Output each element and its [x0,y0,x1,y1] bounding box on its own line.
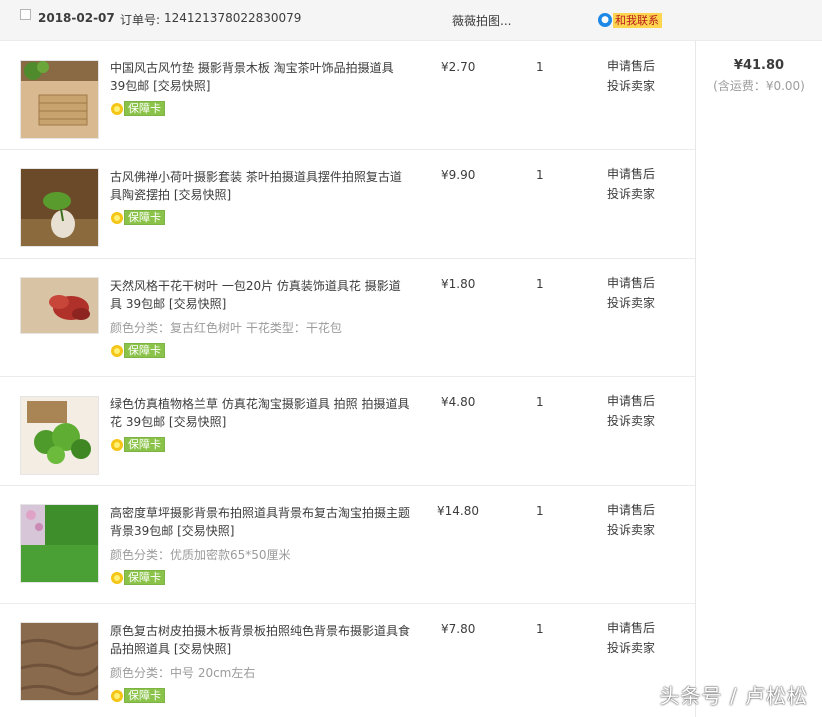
apply-after-sale-link[interactable]: 申请售后 [607,500,655,520]
apply-after-sale-link[interactable]: 申请售后 [607,164,655,184]
product-thumbnail[interactable] [20,60,99,139]
snapshot-link[interactable]: [交易快照] [174,188,231,202]
complain-seller-link[interactable]: 投诉卖家 [607,184,655,204]
guarantee-badge[interactable]: 保障卡 [110,437,165,452]
guarantee-icon [110,211,124,225]
snapshot-link[interactable]: [交易快照] [177,524,234,538]
apply-after-sale-link[interactable]: 申请售后 [607,391,655,411]
product-thumbnail[interactable] [20,396,99,475]
item-quantity: 1 [536,60,544,74]
item-price: ¥14.80 [437,504,479,518]
item-quantity: 1 [536,277,544,291]
item-actions: 申请售后 投诉卖家 [607,618,655,658]
contact-seller-button[interactable]: ● 和我联系 [598,12,662,28]
product-title: 原色复古树皮拍摄木板背景板拍照纯色背景布摄影道具食品拍照道具 [110,624,411,656]
product-title-link[interactable]: 古风佛禅小荷叶摄影套装 茶叶拍摄道具摆件拍照复古道具陶瓷摆拍 [交易快照] [110,168,410,204]
apply-after-sale-link[interactable]: 申请售后 [607,618,655,638]
guarantee-badge[interactable]: 保障卡 [110,343,165,358]
snapshot-link[interactable]: [交易快照] [169,297,226,311]
product-thumbnail[interactable] [20,168,99,247]
guarantee-label: 保障卡 [124,343,165,358]
list-item: 天然风格干花干树叶 一包20片 仿真装饰道具花 摄影道具 39包邮 [交易快照]… [0,259,695,377]
list-item: 绿色仿真植物格兰草 仿真花淘宝摄影道具 拍照 拍摄道具花 39包邮 [交易快照]… [0,377,695,486]
guarantee-label: 保障卡 [124,210,165,225]
guarantee-icon [110,344,124,358]
product-title-link[interactable]: 天然风格干花干树叶 一包20片 仿真装饰道具花 摄影道具 39包邮 [交易快照] [110,277,410,313]
guarantee-icon [110,689,124,703]
order-select-checkbox[interactable] [20,9,31,20]
product-title-link[interactable]: 绿色仿真植物格兰草 仿真花淘宝摄影道具 拍照 拍摄道具花 39包邮 [交易快照] [110,395,410,431]
item-price: ¥4.80 [441,395,476,409]
product-title: 古风佛禅小荷叶摄影套装 茶叶拍摄道具摆件拍照复古道具陶瓷摆拍 [110,170,402,202]
order-number: 124121378022830079 [164,11,302,25]
guarantee-badge[interactable]: 保障卡 [110,570,165,585]
list-item: 高密度草坪摄影背景布拍照道具背景布复古淘宝拍摄主题背景39包邮 [交易快照] 颜… [0,486,695,604]
order-total: ¥41.80 [733,58,785,73]
order-number-label: 订单号: [120,13,161,27]
item-price: ¥1.80 [441,277,476,291]
apply-after-sale-link[interactable]: 申请售后 [607,56,655,76]
order-date: 2018-02-07 [38,11,115,25]
item-actions: 申请售后 投诉卖家 [607,56,655,96]
item-price: ¥9.90 [441,168,476,182]
guarantee-icon [110,102,124,116]
item-price: ¥7.80 [441,622,476,636]
complain-seller-link[interactable]: 投诉卖家 [607,411,655,431]
item-quantity: 1 [536,168,544,182]
snapshot-link[interactable]: [交易快照] [174,642,231,656]
product-title: 绿色仿真植物格兰草 仿真花淘宝摄影道具 拍照 拍摄道具花 39包邮 [110,397,410,429]
order-items: 中国风古风竹垫 摄影背景木板 淘宝茶叶饰品拍摄道具 39包邮 [交易快照] 保障… [0,41,696,717]
list-item: 原色复古树皮拍摄木板背景板拍照纯色背景布摄影道具食品拍照道具 [交易快照] 颜色… [0,604,695,717]
watermark: 头条号 / 卢松松 [659,684,808,708]
product-title-link[interactable]: 原色复古树皮拍摄木板背景板拍照纯色背景布摄影道具食品拍照道具 [交易快照] [110,622,410,658]
item-actions: 申请售后 投诉卖家 [607,164,655,204]
complain-seller-link[interactable]: 投诉卖家 [607,520,655,540]
complain-seller-link[interactable]: 投诉卖家 [607,293,655,313]
guarantee-label: 保障卡 [124,101,165,116]
guarantee-badge[interactable]: 保障卡 [110,688,165,703]
guarantee-label: 保障卡 [124,570,165,585]
complain-seller-link[interactable]: 投诉卖家 [607,638,655,658]
shop-name-link[interactable]: 薇薇拍图... [452,12,511,29]
chat-icon: ● [598,13,612,27]
item-sku: 颜色分类：复古红色树叶 干花类型：干花包 [110,321,342,335]
list-item: 古风佛禅小荷叶摄影套装 茶叶拍摄道具摆件拍照复古道具陶瓷摆拍 [交易快照] 保障… [0,150,695,259]
item-quantity: 1 [536,504,544,518]
item-quantity: 1 [536,395,544,409]
guarantee-badge[interactable]: 保障卡 [110,101,165,116]
item-sku: 颜色分类：优质加密款65*50厘米 [110,548,291,562]
order-header: 2018-02-07 订单号: 124121378022830079 薇薇拍图.… [0,0,822,41]
item-actions: 申请售后 投诉卖家 [607,391,655,431]
product-thumbnail[interactable] [20,504,99,583]
item-quantity: 1 [536,622,544,636]
list-item: 中国风古风竹垫 摄影背景木板 淘宝茶叶饰品拍摄道具 39包邮 [交易快照] 保障… [0,41,695,150]
snapshot-link[interactable]: [交易快照] [153,79,210,93]
guarantee-icon [110,571,124,585]
product-thumbnail[interactable] [20,622,99,701]
order-summary: ¥41.80 (含运费：¥0.00) [696,41,822,94]
guarantee-badge[interactable]: 保障卡 [110,210,165,225]
item-actions: 申请售后 投诉卖家 [607,273,655,313]
item-price: ¥2.70 [441,60,476,74]
product-thumbnail[interactable] [20,277,99,334]
apply-after-sale-link[interactable]: 申请售后 [607,273,655,293]
product-title: 高密度草坪摄影背景布拍照道具背景布复古淘宝拍摄主题背景39包邮 [110,506,411,538]
product-title-link[interactable]: 中国风古风竹垫 摄影背景木板 淘宝茶叶饰品拍摄道具 39包邮 [交易快照] [110,59,410,95]
guarantee-label: 保障卡 [124,437,165,452]
contact-seller-label: 和我联系 [613,12,662,28]
shipping-fee: (含运费：¥0.00) [713,79,805,93]
item-actions: 申请售后 投诉卖家 [607,500,655,540]
snapshot-link[interactable]: [交易快照] [169,415,226,429]
complain-seller-link[interactable]: 投诉卖家 [607,76,655,96]
guarantee-icon [110,438,124,452]
guarantee-label: 保障卡 [124,688,165,703]
item-sku: 颜色分类：中号 20cm左右 [110,666,256,680]
product-title-link[interactable]: 高密度草坪摄影背景布拍照道具背景布复古淘宝拍摄主题背景39包邮 [交易快照] [110,504,410,540]
product-title: 天然风格干花干树叶 一包20片 仿真装饰道具花 摄影道具 39包邮 [110,279,401,311]
